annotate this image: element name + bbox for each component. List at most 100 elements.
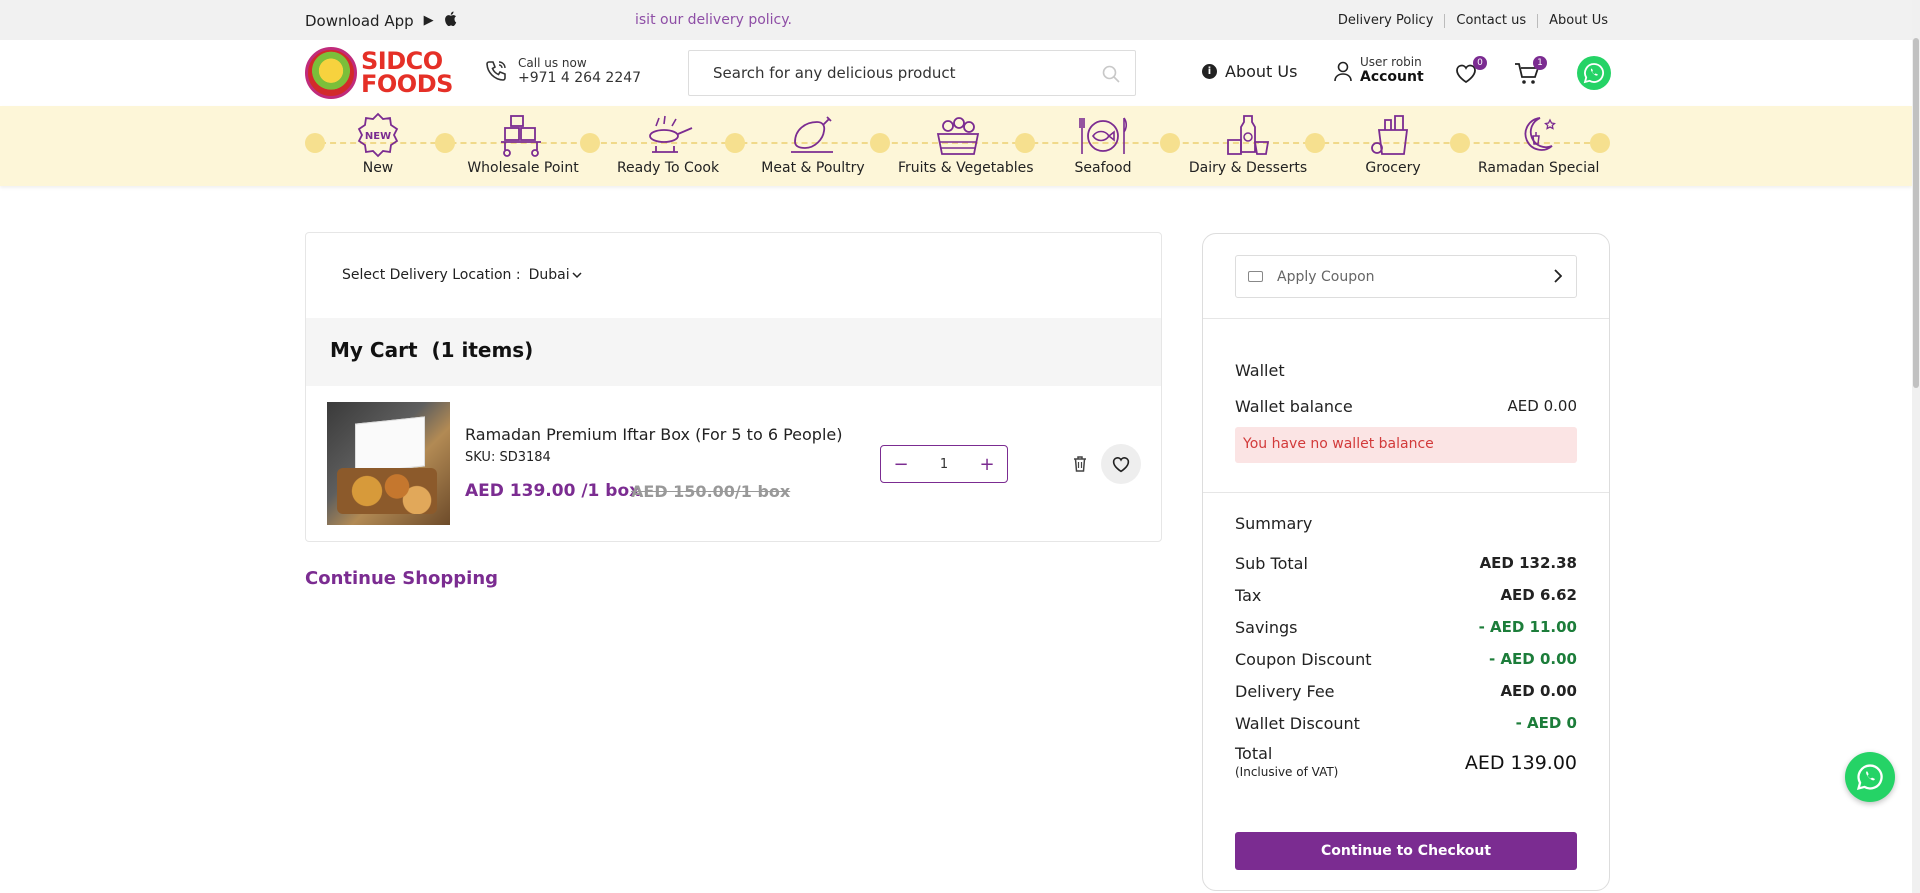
divider [1444,13,1446,28]
category-label: Ready To Cook [616,160,720,176]
product-sku: SKU: SD3184 [465,450,551,465]
apply-coupon-field[interactable]: Apply Coupon [1235,255,1577,298]
cart-title: My Cart (1 items) [330,338,533,362]
quantity-value[interactable]: 1 [940,457,948,472]
total-value: AED 139.00 [1464,752,1577,774]
svg-text:NEW: NEW [365,131,391,142]
nav-dot [1015,133,1035,153]
coupon-ticket-icon [1248,271,1263,282]
nav-dot [725,133,745,153]
category-label: Dairy & Desserts [1188,160,1308,176]
category-label: Meat & Poultry [761,160,865,176]
cart-item-count: (1 items) [431,338,534,362]
apple-icon[interactable] [444,11,457,30]
search-bar [688,50,1136,96]
about-us-link[interactable]: About Us [1549,13,1608,28]
wishlist-button[interactable]: 0 [1454,56,1487,86]
product-price: AED 139.00 /1 box [465,481,641,501]
dairy-icon [1227,115,1270,155]
wallet-balance-value: AED 0.00 [1507,397,1577,415]
search-input[interactable] [713,51,1093,95]
savings-row: Savings - AED 11.00 [1235,618,1577,637]
whatsapp-icon [1856,764,1883,791]
wallet-balance-row: Wallet balance AED 0.00 [1235,397,1577,416]
coupon-discount-row: Coupon Discount - AED 0.00 [1235,650,1577,669]
call-number[interactable]: +971 4 264 2247 [518,70,641,86]
category-label: Grocery [1365,160,1421,176]
sidco-foods-logo[interactable]: SIDCO FOODS [305,46,453,100]
top-links: Delivery Policy Contact us About Us [1338,13,1608,28]
wallet-balance-label: Wallet balance [1235,397,1353,416]
nav-dot [580,133,600,153]
scrollbar-thumb[interactable] [1913,38,1919,388]
category-dairy-desserts[interactable]: Dairy & Desserts [1188,112,1308,176]
cart-header: My Cart (1 items) [306,318,1161,386]
cart-count-badge: 1 [1533,56,1547,70]
search-icon[interactable] [1101,64,1121,84]
account-user: User robin [1360,55,1422,69]
total-row: Total (Inclusive of VAT) AED 139.00 [1235,744,1577,779]
corn-mascot-icon [305,47,357,99]
summary-row-label: Sub Total [1235,554,1308,573]
continue-shopping-link[interactable]: Continue Shopping [305,568,498,589]
google-play-icon[interactable]: ▶ [424,13,434,28]
call-us[interactable]: Call us now +971 4 264 2247 [484,56,641,86]
decrease-quantity-button[interactable]: − [893,454,909,475]
whatsapp-button[interactable] [1577,56,1611,90]
cart-button[interactable]: 1 [1514,56,1547,86]
summary-row-label: Delivery Fee [1235,682,1335,701]
grocery-bag-icon [1371,115,1409,155]
nav-dot [870,133,890,153]
nav-dot [1450,133,1470,153]
category-label: Seafood [1074,160,1132,176]
tax-row: Tax AED 6.62 [1235,586,1577,605]
category-ramadan-special[interactable]: Ramadan Special [1478,112,1599,176]
category-label: New [362,160,394,176]
delivery-policy-marquee[interactable]: isit our delivery policy. [635,12,792,28]
category-seafood[interactable]: Seafood [1043,112,1163,176]
increase-quantity-button[interactable]: + [979,454,995,475]
category-wholesale-point[interactable]: Wholesale Point [463,112,583,176]
info-icon: i [1202,64,1217,79]
category-fruits-vegetables[interactable]: Fruits & Vegetables [898,112,1034,176]
move-to-wishlist-button[interactable] [1101,444,1141,484]
summary-row-value: AED 132.38 [1479,554,1577,572]
chevron-right-icon [1553,268,1563,287]
nav-dot [1160,133,1180,153]
category-label: Wholesale Point [467,160,579,176]
contact-us-link[interactable]: Contact us [1456,13,1526,28]
product-image[interactable] [327,402,450,525]
cart-panel: Select Delivery Location : Dubai My Cart… [305,232,1162,542]
summary-row-value: - AED 11.00 [1478,618,1577,636]
summary-title: Summary [1235,514,1313,533]
continue-to-checkout-button[interactable]: Continue to Checkout [1235,832,1577,870]
summary-row-label: Coupon Discount [1235,650,1372,669]
iftar-box-shape [355,416,425,474]
summary-row-label: Savings [1235,618,1298,637]
delivery-policy-link[interactable]: Delivery Policy [1338,13,1434,28]
wallet-title: Wallet [1235,361,1285,380]
account-menu[interactable]: User robin Account [1332,56,1424,85]
category-ready-to-cook[interactable]: Ready To Cook [608,112,728,176]
delivery-location-value: Dubai [528,267,570,283]
delivery-location-select[interactable]: Dubai [529,267,582,283]
category-nav: NEW New Wholesale Point Ready To Cook Me… [0,106,1912,186]
summary-row-value: AED 0.00 [1500,682,1577,700]
subtotal-row: Sub Total AED 132.38 [1235,554,1577,573]
product-name[interactable]: Ramadan Premium Iftar Box (For 5 to 6 Pe… [465,425,842,444]
about-us-button[interactable]: i About Us [1202,62,1297,81]
trash-icon[interactable] [1072,455,1088,473]
category-new[interactable]: NEW New [318,112,438,176]
order-summary-panel: Apply Coupon Wallet Wallet balance AED 0… [1202,233,1610,891]
top-bar: Download App ▶ isit our delivery policy.… [0,0,1920,40]
category-meat-poultry[interactable]: Meat & Poultry [753,112,873,176]
heart-icon [1112,457,1130,473]
category-grocery[interactable]: Grocery [1333,112,1453,176]
delivery-location-label: Select Delivery Location : [342,267,521,283]
category-label: Fruits & Vegetables [898,160,1034,176]
delivery-location: Select Delivery Location : Dubai [342,267,582,283]
main-header: SIDCO FOODS Call us now +971 4 264 2247 … [0,40,1920,106]
whatsapp-float-button[interactable] [1845,752,1895,802]
page-scrollbar[interactable] [1912,0,1920,893]
wallet-alert: You have no wallet balance [1235,427,1577,463]
